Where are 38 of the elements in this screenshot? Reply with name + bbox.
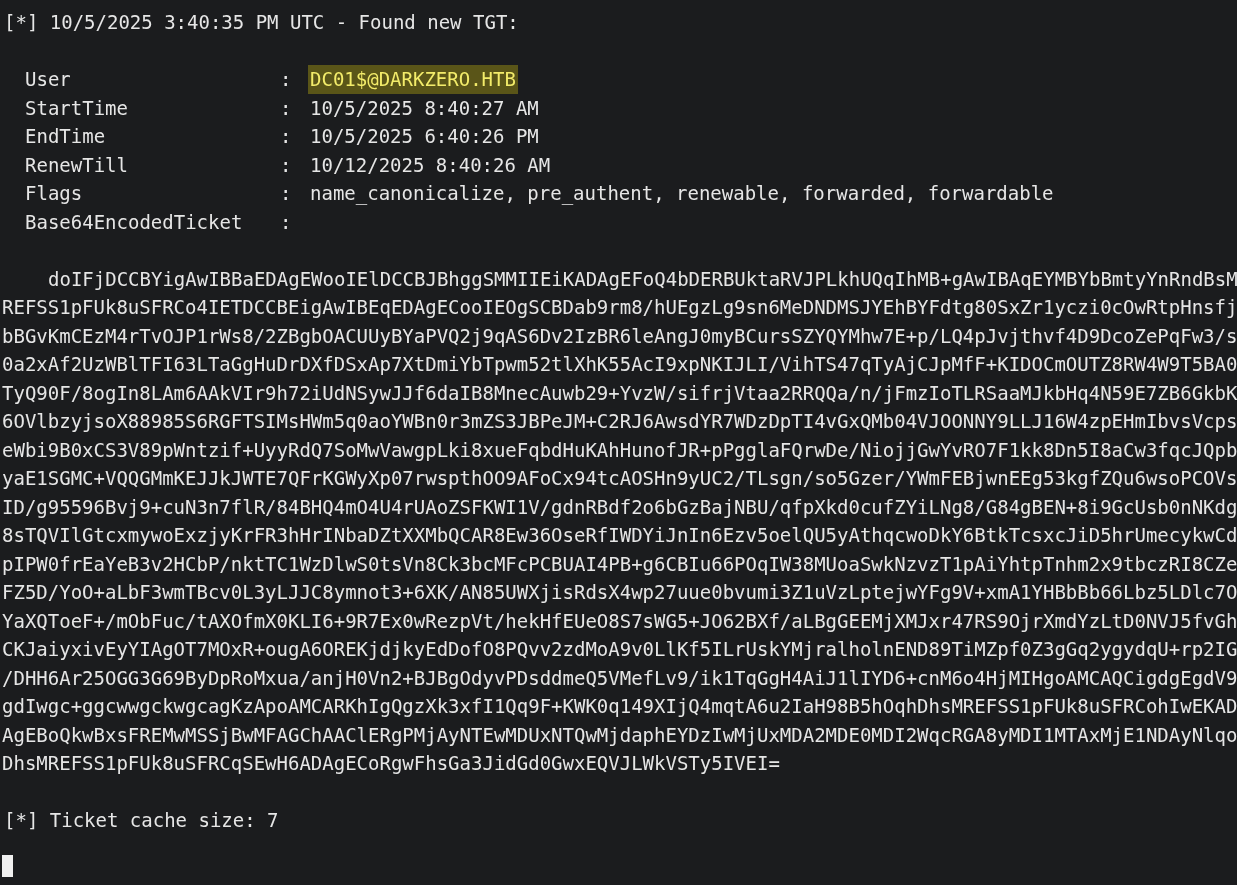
ticket-line: CKJaiyxivEyYIAgOT7MOxR+ougA6OREKjdjkyEdDofO8PQvv2zdMoA9v0LlKf5ILrUskYMjralholnEND89TiMZpf0Z3gGq2ygydqU+rp2IG [1, 637, 1237, 662]
ticket-line: bBGvKmCEzM4rTvOJP1rWs8/2ZBgbOACUUyBYaPVQ2j9qAS6Dv2IzBR6leAngJ0myBCursSZYQYMhw7E+p/LQ4pJvjthvf4D9DcoZePqFw3/s [1, 323, 1237, 349]
ticket-line: REFSS1pFUk8uSFRCo4IETDCCBEigAwIBEqEDAgECooIEOgSCBDab9rm8/hUEgzLg9sn6MeDNDMSJYEhBYFdtg80SxZr1yczi0cOwRtpHnsfj [1, 295, 1237, 320]
cursor-block [2, 854, 13, 877]
ticket-line: 0a2xAf2UzWBlTFI63LTaGgHuDrDXfDSxAp7XtDmiYbTpwm52tlXhK55AcI9xpNKIJLI/VihTS47qTyAjCJpMfF+KIDOCmOUTZ8RW4W9T5BA0 [1, 352, 1237, 377]
ticket-line: yaE1SGMC+VQQGMmKEJJkJWTE7QFrKGWyXp07rwspthOO9AFoCx94tcAOSHn9yUC2/TLsgn/so5Gzer/YWmFEBjwnEEg53kgfZQu6wsoPCOVs [1, 466, 1237, 491]
ticket-line: DhsMREFSS1pFUk8uSFRCqSEwH6ADAgECoRgwFhsGa3JidGd0GwxEQVJLWkVSTy5IVEI= [1, 751, 780, 776]
ticket-line: pIPW0frEaYeB3v2HCbP/nktTC1WzDlwS0tsVn8Ck3bcMFcPCBUAI4PB+g6CBIu66POqIW38MUoaSwkNzvzT1pAiYhtpTnhm2x9tbczRI8CZe [1, 551, 1237, 577]
field-value: 10/12/2025 8:40:26 AM [310, 152, 551, 178]
ticket-line: 6OVlbzyjsoX88985S6RGFTSIMsHWm5q0aoYWBn0r3mZS3JBPeJM+C2RJ6AwsdYR7WDzDpTI4vGxQMb04VJOONNY9LLJ16W4zpEHmIbvsVcps [1, 409, 1237, 434]
field-value: DC01$@DARKZERO.HTB [308, 65, 518, 94]
ticket-line: gdIwgc+ggcwwgckwgcagKzApoAMCARKhIgQgzXk3xfI1Qq9F+KWK0q149XIjQ4mqtA6u2IaH98B5hOqhDhsMREFSS1pFUk8uSFRCohIwEKAD [1, 694, 1237, 719]
field-label: Flags [25, 181, 84, 206]
field-label: StartTime [25, 95, 129, 121]
ticket-line: TyQ90F/8ogIn8LAm6AAkVIr9h72iUdNSywJJf6daIB8MnecAuwb29+YvzW/sifrjVtaa2RRQQa/n/jFmzIoTLRSaaMJkbHq4N59E7ZB6GkbK [1, 380, 1237, 406]
ticket-line: ID/g95596Bvj9+cuN3n7flR/84BHQ4mO4U4rUAoZSFKWI1V/gdnRBdf2o6bGzBajNBU/qfpXkd0cufZYiLNg8/G84gBEN+8i9GcUsb0nNKdg [1, 494, 1237, 520]
field-label: Base64EncodedTicket [25, 209, 244, 235]
field-separator: : [280, 124, 293, 149]
status-line: [*] Ticket cache size: 7 [3, 808, 279, 833]
field-label: EndTime [25, 124, 107, 149]
ticket-line: 8sTQVIlGtcxmywoExzjyKrFR3hHrINbaDZtXXMbQCAR8Ew36OseRfIWDYiJnIn6Ezv5oelQU5yAthqcwoDkY6BtkTcsxcJiD5hrUmecykwCd [1, 523, 1237, 548]
field-value: 10/5/2025 8:40:27 AM [310, 95, 539, 121]
field-separator: : [280, 152, 293, 178]
ticket-line: FZ5D/YoO+aLbF3wmTBcv0L3yLJJC8ymnot3+6XK/AN85UWXjisRdsX4wp27uue0bvumi3Z1uVzLptejwYFg9V+xmA1YHBbBb66Lbz5LDlc7O [1, 580, 1237, 605]
field-value: 10/5/2025 6:40:26 PM [310, 124, 539, 149]
field-label: RenewTill [25, 152, 129, 178]
ticket-line: doIFjDCCBYigAwIBBaEDAgEWooIElDCCBJBhggSMMIIEiKADAgEFoQ4bDERBUktaRVJPLkhUQqIhMB+gAwIBAqEYMBYbBmtyYnRndBsM [47, 266, 1237, 292]
field-separator: : [280, 95, 293, 121]
field-label: User [25, 67, 72, 92]
field-separator: : [280, 209, 293, 235]
field-separator: : [280, 181, 293, 206]
ticket-line: eWbi9B0xCS3V89pWntzif+UyyRdQ7SoMwVawgpLki8xueFqbdHuKAhHunofJR+pPgglaFQrwDe/NiojjGwYvRO7F1kk8Dn5I8aCw3fqcJQpb [1, 437, 1237, 463]
ticket-line: /DHH6Ar25OGG3G69ByDpRoMxua/anjH0Vn2+BJBgOdyvPDsddmeQ5VMefLv9/ik1TqGgH4AiJ1lIYD6+cnM6o4HjMIHgoAMCAQCigdgEgdV9 [1, 665, 1237, 691]
field-value: name_canonicalize, pre_authent, renewable, forwarded, forwardable [310, 181, 1054, 207]
field-separator: : [280, 67, 293, 92]
ticket-line: YaXQToeF+/mObFuc/tAXOfmX0KLI6+9R7Ex0wRezpVt/hekHfEUeO8S7sWG5+JO62BXf/aLBgGEEMjXMJxr47RS9OjrXmdYzLtD0NVJ5fvGh [1, 608, 1237, 634]
status-line: [*] 10/5/2025 3:40:35 PM UTC - Found new TGT: [3, 10, 519, 35]
ticket-line: AgEBoQkwBxsFREMwMSSjBwMFAGChAAClERgPMjAyNTEwMDUxNTQwMjdaphEYDzIwMjUxMDA2MDE0MDI2WqcRGA8yMDI1MTAxMjE1NDAyNlqo [1, 722, 1237, 748]
